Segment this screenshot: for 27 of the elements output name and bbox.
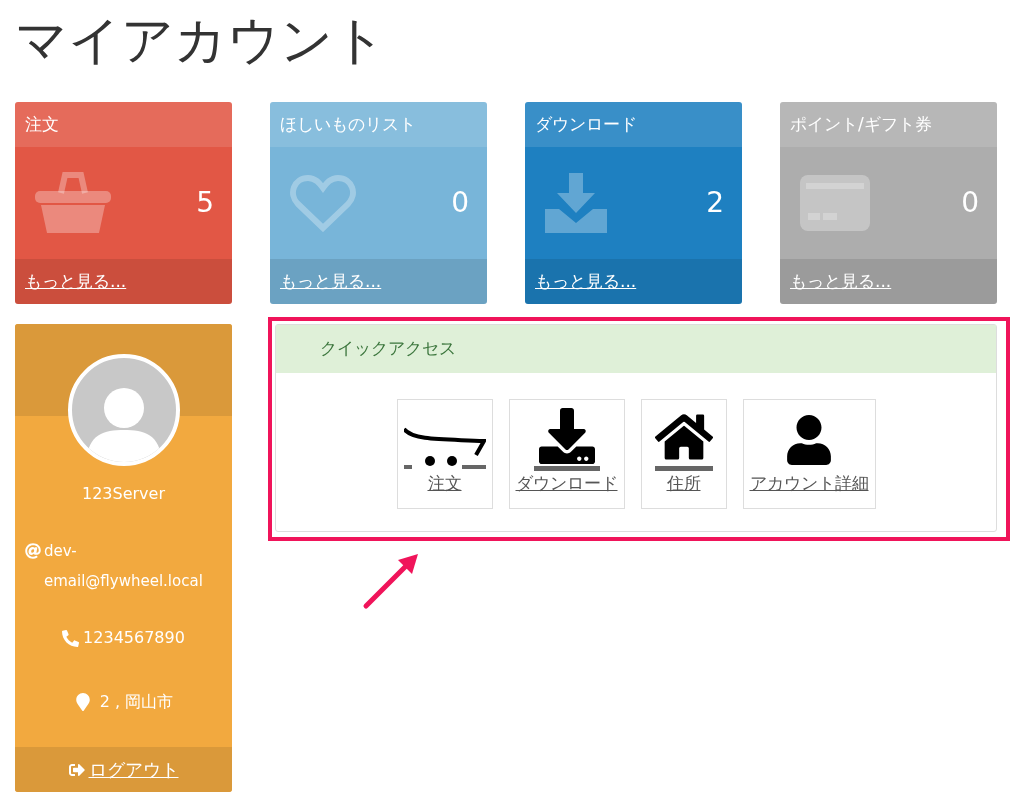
quick-access-link[interactable]: ダウンロード — [508, 399, 625, 509]
card-count: 0 — [451, 185, 469, 221]
cart-logo-icon — [403, 426, 486, 471]
map-pin-icon — [73, 693, 92, 711]
profile-phone: 1234567890 — [83, 627, 185, 649]
card-title: 注文 — [25, 112, 59, 136]
profile-email: dev-email@flywheel.local — [44, 541, 204, 592]
download-icon — [533, 407, 600, 471]
phone-icon — [62, 629, 80, 647]
card-count: 0 — [961, 185, 979, 221]
download-icon — [545, 173, 607, 233]
page-title: マイアカウント — [15, 9, 386, 72]
panel-title: クイックアクセス — [320, 337, 456, 361]
at-icon — [25, 543, 41, 559]
profile-name: 123Server — [82, 483, 165, 505]
card-title: ほしいものリスト — [280, 112, 416, 136]
logout-icon — [68, 761, 85, 778]
user-icon — [784, 414, 834, 465]
basket-icon — [35, 171, 111, 235]
card-count: 2 — [706, 185, 724, 221]
card-count: 5 — [196, 185, 214, 221]
card-icon — [800, 175, 870, 231]
heart-icon — [290, 174, 356, 232]
profile-address: 2 , 岡山市 — [99, 691, 174, 713]
quick-access-link[interactable]: 住所 — [640, 399, 727, 509]
card-title: ダウンロード — [535, 112, 637, 136]
card-title: ポイント/ギフト券 — [790, 112, 932, 136]
